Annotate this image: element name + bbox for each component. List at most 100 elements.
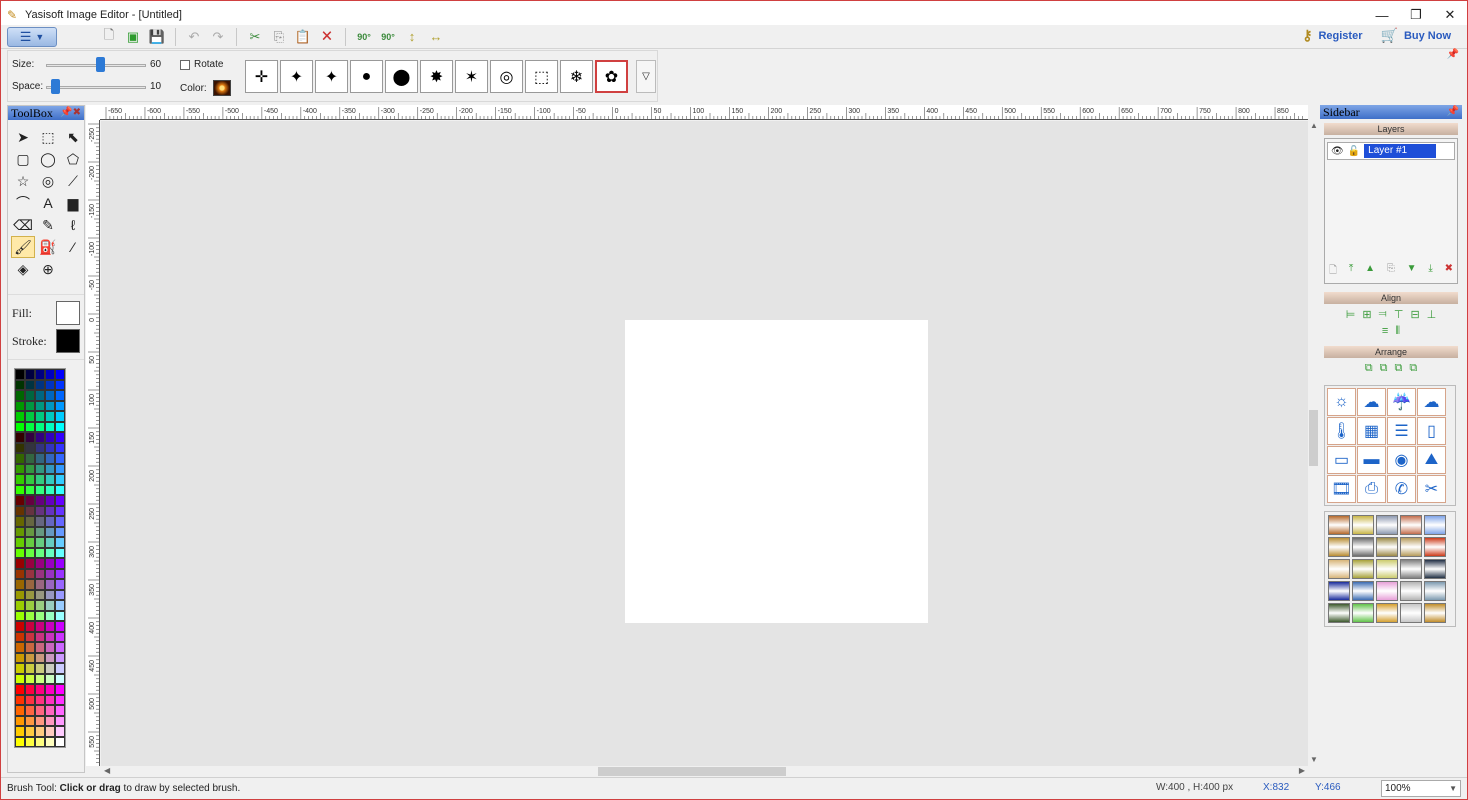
- palette-swatch[interactable]: [55, 684, 65, 695]
- vertical-scrollbar[interactable]: ▲ ▼: [1308, 120, 1319, 766]
- gradient-swatch[interactable]: [1424, 581, 1446, 601]
- palette-swatch[interactable]: [45, 568, 55, 579]
- palette-swatch[interactable]: [55, 558, 65, 569]
- palette-swatch[interactable]: [35, 421, 45, 432]
- palette-swatch[interactable]: [35, 369, 45, 380]
- palette-swatch[interactable]: [35, 642, 45, 653]
- palette-swatch[interactable]: [25, 673, 35, 684]
- palette-swatch[interactable]: [15, 474, 25, 485]
- palette-swatch[interactable]: [15, 421, 25, 432]
- palette-swatch[interactable]: [25, 705, 35, 716]
- image-tool[interactable]: ▆: [61, 192, 85, 214]
- palette-swatch[interactable]: [35, 568, 45, 579]
- vertical-scroll-thumb[interactable]: [1309, 410, 1318, 466]
- pointer-tool[interactable]: ➤: [11, 126, 35, 148]
- palette-swatch[interactable]: [45, 558, 55, 569]
- gradient-swatch[interactable]: [1352, 515, 1374, 535]
- palette-swatch[interactable]: [45, 663, 55, 674]
- gradient-swatch[interactable]: [1376, 515, 1398, 535]
- canvas-workspace[interactable]: [101, 121, 1308, 766]
- bezier-tool[interactable]: ⌒: [11, 192, 35, 214]
- palette-swatch[interactable]: [25, 726, 35, 737]
- palette-swatch[interactable]: [25, 642, 35, 653]
- size-slider[interactable]: [46, 56, 146, 72]
- palette-swatch[interactable]: [25, 579, 35, 590]
- palette-swatch[interactable]: [25, 694, 35, 705]
- palette-swatch[interactable]: [25, 442, 35, 453]
- scroll-right-icon[interactable]: ▶: [1299, 766, 1305, 775]
- size-slider-thumb[interactable]: [96, 56, 106, 72]
- palette-swatch[interactable]: [35, 390, 45, 401]
- distribute-vertical-icon[interactable]: ≡: [1382, 325, 1388, 338]
- gradient-swatch[interactable]: [1352, 581, 1374, 601]
- eraser-tool[interactable]: ⌫: [11, 214, 35, 236]
- lock-icon[interactable]: 🔓: [1348, 146, 1360, 157]
- copy-icon[interactable]: ⎘: [267, 26, 291, 48]
- palette-swatch[interactable]: [15, 558, 25, 569]
- shape-item[interactable]: ▭: [1327, 446, 1356, 474]
- transform-tool[interactable]: ⬚: [36, 126, 60, 148]
- align-right-icon[interactable]: ⫤: [1379, 308, 1387, 321]
- gradient-swatch[interactable]: [1424, 515, 1446, 535]
- palette-swatch[interactable]: [35, 589, 45, 600]
- gradient-swatch[interactable]: [1400, 515, 1422, 535]
- palette-swatch[interactable]: [45, 516, 55, 527]
- palette-swatch[interactable]: [55, 432, 65, 443]
- palette-swatch[interactable]: [25, 390, 35, 401]
- palette-swatch[interactable]: [35, 537, 45, 548]
- shape-item[interactable]: ▯: [1417, 417, 1446, 445]
- brush-preset[interactable]: ✶: [455, 60, 488, 93]
- palette-swatch[interactable]: [25, 715, 35, 726]
- palette-swatch[interactable]: [55, 484, 65, 495]
- layer-name[interactable]: Layer #1: [1364, 144, 1437, 158]
- more-brushes-button[interactable]: ▽: [636, 60, 656, 93]
- shape-item[interactable]: ◉: [1387, 446, 1416, 474]
- layer-row[interactable]: 👁 🔓 Layer #1: [1327, 142, 1455, 160]
- delete-icon[interactable]: 🗙: [315, 26, 339, 48]
- palette-swatch[interactable]: [15, 642, 25, 653]
- gradient-swatch[interactable]: [1424, 603, 1446, 623]
- space-slider[interactable]: [46, 78, 146, 94]
- palette-swatch[interactable]: [45, 631, 55, 642]
- gradient-swatch[interactable]: [1376, 537, 1398, 557]
- scroll-down-icon[interactable]: ▼: [1310, 755, 1318, 764]
- palette-swatch[interactable]: [25, 369, 35, 380]
- move-layer-bottom-icon[interactable]: ⤓: [1428, 263, 1432, 280]
- shape-item[interactable]: ☁: [1417, 388, 1446, 416]
- move-layer-down-icon[interactable]: ▼: [1407, 263, 1417, 280]
- delete-layer-icon[interactable]: ✖: [1445, 263, 1453, 280]
- palette-swatch[interactable]: [45, 547, 55, 558]
- brush-preset[interactable]: ✛: [245, 60, 278, 93]
- gradient-swatch[interactable]: [1328, 581, 1350, 601]
- gradient-swatch[interactable]: [1328, 559, 1350, 579]
- palette-swatch[interactable]: [45, 442, 55, 453]
- palette-swatch[interactable]: [15, 505, 25, 516]
- palette-swatch[interactable]: [35, 505, 45, 516]
- shape-item[interactable]: ⎙: [1357, 475, 1386, 503]
- brush-preset[interactable]: ✿: [595, 60, 628, 93]
- shape-item[interactable]: 🎞: [1327, 475, 1356, 503]
- palette-swatch[interactable]: [55, 526, 65, 537]
- palette-swatch[interactable]: [35, 379, 45, 390]
- palette-swatch[interactable]: [25, 453, 35, 464]
- palette-swatch[interactable]: [35, 694, 45, 705]
- line-tool[interactable]: ⟋: [61, 170, 85, 192]
- rectangle-tool[interactable]: ▢: [11, 148, 35, 170]
- palette-swatch[interactable]: [25, 463, 35, 474]
- save-icon[interactable]: 💾: [145, 26, 169, 48]
- palette-swatch[interactable]: [35, 453, 45, 464]
- palette-swatch[interactable]: [45, 600, 55, 611]
- palette-swatch[interactable]: [25, 684, 35, 695]
- palette-swatch[interactable]: [45, 684, 55, 695]
- palette-swatch[interactable]: [45, 694, 55, 705]
- palette-swatch[interactable]: [15, 715, 25, 726]
- brush-preset[interactable]: ⬚: [525, 60, 558, 93]
- ellipse-tool[interactable]: ◯: [36, 148, 60, 170]
- spray-tool[interactable]: ⛽: [36, 236, 60, 258]
- redo-icon[interactable]: ↷: [206, 26, 230, 48]
- palette-swatch[interactable]: [45, 421, 55, 432]
- palette-swatch[interactable]: [35, 673, 45, 684]
- palette-swatch[interactable]: [45, 579, 55, 590]
- palette-swatch[interactable]: [35, 663, 45, 674]
- gradient-swatch[interactable]: [1376, 559, 1398, 579]
